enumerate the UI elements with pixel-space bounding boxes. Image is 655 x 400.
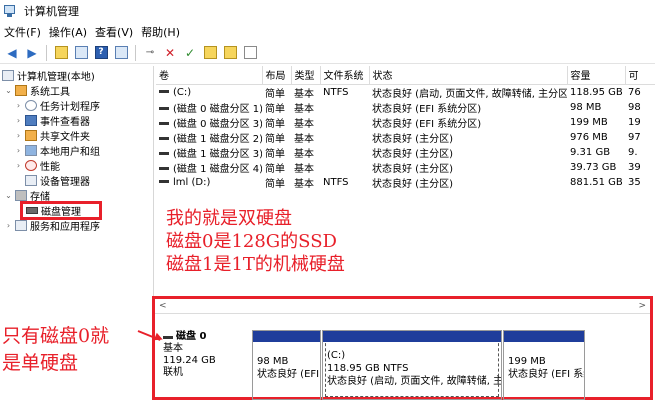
volume-table: 卷 布局 类型 文件系统 状态 容量 可 (C:) 简单 基本 NTFS 状态良…: [156, 66, 655, 190]
disk-name: 磁盘 0: [176, 331, 207, 342]
tree-item-services[interactable]: › 服务和应用程序: [0, 218, 153, 233]
tree-item-storage[interactable]: ⌄ 存储: [0, 188, 153, 203]
new-item-icon[interactable]: [202, 45, 218, 61]
users-icon: [25, 145, 37, 156]
scroll-right-icon[interactable]: >: [638, 301, 646, 311]
forward-arrow-icon[interactable]: ▶: [24, 45, 40, 61]
tree-item-disk-management[interactable]: 磁盘管理: [20, 201, 102, 220]
menu-view[interactable]: 查看(V): [95, 24, 141, 40]
partition-efi-1[interactable]: 98 MB 状态良好 (EFI: [252, 330, 321, 400]
table-header-row: 卷 布局 类型 文件系统 状态 容量 可: [156, 66, 655, 85]
column-capacity[interactable]: 容量: [567, 66, 626, 85]
clock-icon: [25, 100, 37, 111]
chevron-down-icon[interactable]: ⌄: [4, 191, 13, 200]
delete-icon[interactable]: ✕: [162, 45, 178, 61]
column-layout[interactable]: 布局: [262, 66, 292, 85]
computer-management-icon: [4, 4, 18, 18]
volume-icon: [159, 90, 169, 93]
annotation-single-disk: 只有磁盘0就 是单硬盘: [2, 325, 110, 374]
partition-bar: [253, 331, 320, 342]
chevron-right-icon[interactable]: ›: [14, 131, 23, 140]
table-row[interactable]: (磁盘 1 磁盘分区 2) 简单 基本 状态良好 (主分区) 976 MB 97: [156, 130, 655, 145]
shared-folder-icon: [25, 130, 37, 141]
table-row[interactable]: (磁盘 1 磁盘分区 4) 简单 基本 状态良好 (主分区) 39.73 GB …: [156, 160, 655, 175]
volume-icon: [159, 180, 169, 183]
column-status[interactable]: 状态: [369, 66, 568, 85]
services-icon: [15, 220, 27, 231]
disk-0-header[interactable]: 磁盘 0 基本 119.24 GB 联机: [163, 331, 247, 379]
menu-file[interactable]: 文件(F): [4, 24, 49, 40]
show-hide-tree-icon[interactable]: [73, 45, 89, 61]
tree-item-shared-folders[interactable]: › 共享文件夹: [0, 128, 153, 143]
disk-size: 119.24 GB: [163, 355, 216, 366]
volume-icon: [159, 152, 169, 155]
disk-status: 联机: [163, 367, 183, 378]
disk-type: 基本: [163, 343, 183, 354]
check-icon[interactable]: ✓: [182, 45, 198, 61]
tree-item-event-viewer[interactable]: › 事件查看器: [0, 113, 153, 128]
volume-icon: [159, 167, 169, 170]
tools-icon: [15, 85, 27, 96]
disk-icon: [163, 335, 173, 339]
chevron-right-icon[interactable]: ›: [4, 221, 13, 230]
title-bar: 计算机管理: [0, 0, 655, 22]
disk-icon: [26, 207, 38, 214]
up-folder-icon[interactable]: [53, 45, 69, 61]
partition-efi-3[interactable]: 199 MB 状态良好 (EFI 系统: [503, 330, 585, 400]
chevron-right-icon[interactable]: ›: [14, 146, 23, 155]
tree-item-device-manager[interactable]: 设备管理器: [0, 173, 153, 188]
chevron-down-icon[interactable]: ⌄: [4, 86, 13, 95]
column-free[interactable]: 可: [625, 66, 655, 85]
chevron-right-icon[interactable]: ›: [14, 161, 23, 170]
event-viewer-icon: [25, 115, 37, 126]
window-title: 计算机管理: [24, 5, 79, 18]
partition-c[interactable]: (C:) 118.95 GB NTFS 状态良好 (启动, 页面文件, 故障转储…: [322, 330, 502, 400]
column-type[interactable]: 类型: [291, 66, 321, 85]
tree-item-local-users[interactable]: › 本地用户和组: [0, 143, 153, 158]
menu-help[interactable]: 帮助(H): [141, 24, 188, 40]
help-icon[interactable]: ?: [93, 45, 109, 61]
tree-item-task-scheduler[interactable]: › 任务计划程序: [0, 98, 153, 113]
partition-bar: [504, 331, 584, 342]
back-arrow-icon[interactable]: ◀: [4, 45, 20, 61]
folder-icon[interactable]: [222, 45, 238, 61]
scroll-left-icon[interactable]: <: [159, 301, 167, 311]
menu-action[interactable]: 操作(A): [49, 24, 95, 40]
tree-item-system-tools[interactable]: ⌄ 系统工具: [0, 83, 153, 98]
performance-icon: [25, 160, 37, 171]
device-manager-icon: [25, 175, 37, 186]
toolbar: ◀ ▶ ? ⊸ ✕ ✓: [0, 42, 655, 64]
table-row[interactable]: (C:) 简单 基本 NTFS 状态良好 (启动, 页面文件, 故障转储, 主分…: [156, 84, 655, 100]
menu-bar: 文件(F) 操作(A) 查看(V) 帮助(H): [0, 22, 655, 42]
volume-icon: [159, 137, 169, 140]
connect-icon[interactable]: ⊸: [142, 45, 158, 61]
column-filesystem[interactable]: 文件系统: [320, 66, 370, 85]
table-row[interactable]: (磁盘 0 磁盘分区 1) 简单 基本 状态良好 (EFI 系统分区) 98 M…: [156, 100, 655, 115]
chevron-right-icon[interactable]: ›: [14, 116, 23, 125]
chevron-right-icon[interactable]: ›: [14, 101, 23, 110]
partition-bar: [323, 331, 501, 342]
toolbar-separator: [46, 44, 47, 61]
volume-icon: [159, 122, 169, 125]
volume-icon: [159, 107, 169, 110]
table-row[interactable]: lml (D:) 简单 基本 NTFS 状态良好 (主分区) 881.51 GB…: [156, 175, 655, 190]
table-row[interactable]: (磁盘 1 磁盘分区 3) 简单 基本 状态良好 (主分区) 9.31 GB 9…: [156, 145, 655, 160]
horizontal-scrollbar[interactable]: < >: [155, 301, 650, 314]
tree-item-root[interactable]: 计算机管理(本地): [0, 68, 153, 83]
computer-icon: [2, 70, 14, 81]
list-view-icon[interactable]: [242, 45, 258, 61]
storage-icon: [15, 190, 27, 201]
toolbar-separator: [135, 44, 136, 61]
table-row[interactable]: (磁盘 0 磁盘分区 3) 简单 基本 状态良好 (EFI 系统分区) 199 …: [156, 115, 655, 130]
disk-map-pane: < > 磁盘 0 基本 119.24 GB 联机 98 MB 状态良好 (EFI…: [152, 296, 653, 400]
tree-item-performance[interactable]: › 性能: [0, 158, 153, 173]
properties-icon[interactable]: [113, 45, 129, 61]
column-volume[interactable]: 卷: [156, 66, 263, 85]
annotation-dual-disk: 我的就是双硬盘 磁盘0是128G的SSD 磁盘1是1T的机械硬盘: [166, 208, 345, 275]
